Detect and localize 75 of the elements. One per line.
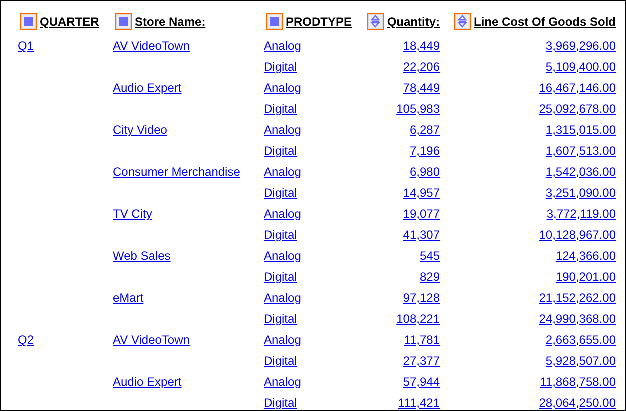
money-value-link[interactable]: 16,467,146.00 [539,81,616,95]
money-value-link[interactable]: 24,990,368.00 [539,312,616,326]
type-value-link[interactable]: Digital [264,396,298,410]
column-header-link[interactable]: Quantity: [387,12,440,30]
store-value-link[interactable]: eMart [113,291,144,305]
store-value-link[interactable]: AV VideoTown [113,39,190,53]
amount-value-link[interactable]: 105,983 [396,102,440,116]
store-value-link[interactable]: Consumer Merchandise [113,165,240,179]
type-value-link[interactable]: Digital [264,60,298,74]
type-value-link[interactable]: Analog [264,333,302,347]
type-value-link[interactable]: Analog [264,39,302,53]
type-value-link[interactable]: Analog [264,207,302,221]
money-value-link[interactable]: 1,607,513.00 [546,144,616,158]
money-value-link[interactable]: 124,366.00 [556,249,616,263]
store-value-link[interactable]: City Video [113,123,168,137]
amount-value-link[interactable]: 19,077 [403,207,440,221]
amount-value-link[interactable]: 6,980 [410,165,440,179]
type-value-link[interactable]: Digital [264,144,298,158]
type-value-link[interactable]: Analog [264,291,302,305]
store-value-link[interactable]: TV City [113,207,152,221]
type-value-link[interactable]: Digital [264,312,298,326]
column-header-link[interactable]: PRODTYPE [286,12,352,30]
amount-value-link[interactable]: 57,944 [403,375,440,389]
square-icon[interactable] [266,13,283,30]
money-value-link[interactable]: 25,092,678.00 [539,102,616,116]
amount-value-link[interactable]: 6,287 [410,123,440,137]
amount-value-link[interactable]: 545 [420,249,440,263]
amount-value-link[interactable]: 18,449 [403,39,440,53]
column-header-link[interactable]: QUARTER [40,12,100,30]
amount-value-link[interactable]: 7,196 [410,144,440,158]
amount-value-link[interactable]: 14,957 [403,186,440,200]
period-value-link[interactable]: Q1 [18,39,34,53]
sort-icon[interactable] [454,13,471,30]
type-value-link[interactable]: Digital [264,228,298,242]
sort-icon[interactable] [367,13,384,30]
type-value-link[interactable]: Digital [264,102,298,116]
square-icon[interactable] [115,13,132,30]
money-value-link[interactable]: 3,251,090.00 [546,186,616,200]
money-value-link[interactable]: 190,201.00 [556,270,616,284]
type-value-link[interactable]: Digital [264,354,298,368]
store-value-link[interactable]: Audio Expert [113,81,182,95]
amount-value-link[interactable]: 41,307 [403,228,440,242]
type-value-link[interactable]: Digital [264,186,298,200]
amount-value-link[interactable]: 22,206 [403,60,440,74]
money-value-link[interactable]: 2,663,655.00 [546,333,616,347]
type-value-link[interactable]: Analog [264,375,302,389]
money-value-link[interactable]: 5,928,507.00 [546,354,616,368]
amount-value-link[interactable]: 27,377 [403,354,440,368]
money-value-link[interactable]: 21,152,262.00 [539,291,616,305]
type-value-link[interactable]: Analog [264,81,302,95]
period-value-link[interactable]: Q2 [18,333,34,347]
money-value-link[interactable]: 1,315,015.00 [546,123,616,137]
money-value-link[interactable]: 11,868,758.00 [540,375,616,389]
money-value-link[interactable]: 28,064,250.00 [539,396,616,410]
type-value-link[interactable]: Analog [264,123,302,137]
amount-value-link[interactable]: 829 [420,270,440,284]
money-value-link[interactable]: 3,772,119.00 [546,207,616,221]
money-value-link[interactable]: 1,542,036.00 [546,165,616,179]
store-value-link[interactable]: AV VideoTown [113,333,190,347]
amount-value-link[interactable]: 78,449 [403,81,440,95]
money-value-link[interactable]: 5,109,400.00 [546,60,616,74]
amount-value-link[interactable]: 11,781 [404,333,440,347]
amount-value-link[interactable]: 97,128 [403,291,440,305]
store-value-link[interactable]: Audio Expert [113,375,182,389]
column-header-link[interactable]: Store Name: [135,12,206,30]
square-icon[interactable] [20,13,37,30]
type-value-link[interactable]: Analog [264,165,302,179]
money-value-link[interactable]: 10,128,967.00 [539,228,616,242]
amount-value-link[interactable]: 108,221 [396,312,440,326]
amount-value-link[interactable]: 111,421 [398,396,440,410]
type-value-link[interactable]: Digital [264,270,298,284]
store-value-link[interactable]: Web Sales [113,249,171,263]
column-header-link[interactable]: Line Cost Of Goods Sold [474,12,616,30]
money-value-link[interactable]: 3,969,296.00 [546,39,616,53]
type-value-link[interactable]: Analog [264,249,302,263]
